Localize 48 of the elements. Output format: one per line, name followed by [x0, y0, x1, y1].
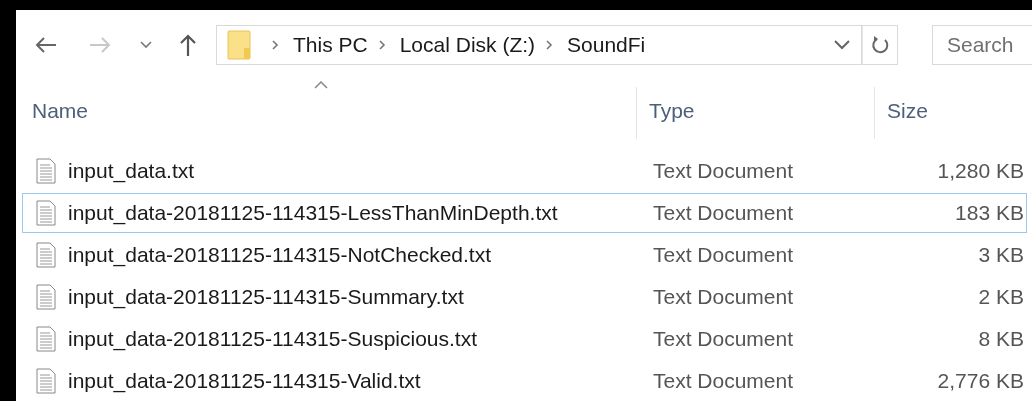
refresh-button[interactable] — [862, 25, 898, 65]
back-arrow-icon[interactable] — [34, 35, 58, 55]
file-name: input_data-20181125-114315-Suspicious.txt — [68, 327, 478, 351]
file-name: input_data-20181125-114315-LessThanMinDepth.txt — [68, 201, 558, 225]
column-header[interactable]: Type — [649, 99, 695, 123]
chevron-down-icon[interactable] — [833, 39, 851, 51]
file-type: Text Document — [653, 369, 794, 392]
breadcrumb-item[interactable]: This PC — [293, 33, 368, 57]
file-size: 183 KB — [955, 201, 1024, 225]
document-icon — [36, 242, 56, 268]
up-arrow-icon[interactable] — [178, 33, 198, 57]
file-row[interactable]: input_data-20181125-114315-NotChecked.txt Text Document 3 KB — [22, 235, 1027, 275]
chevron-right-icon — [377, 39, 386, 51]
column-header[interactable]: Name — [32, 99, 89, 123]
file-name: input_data-20181125-114315-Valid.txt — [68, 369, 421, 393]
file-type: Text Document — [653, 285, 794, 308]
file-size: 2,776 KB — [937, 369, 1024, 393]
refresh-icon — [870, 34, 890, 56]
file-row[interactable]: input_data.txt Text Document 1,280 KB — [22, 151, 1027, 191]
search-field[interactable]: Search — [932, 25, 1032, 65]
file-size: 2 KB — [978, 285, 1024, 309]
document-icon — [36, 368, 56, 394]
file-name: input_data-20181125-114315-NotChecked.txt — [68, 243, 492, 267]
column-header[interactable]: Size — [887, 99, 928, 123]
document-icon — [36, 158, 56, 184]
file-row[interactable]: input_data-20181125-114315-Summary.txt Text Document 2 KB — [22, 277, 1027, 317]
file-name: input_data.txt — [68, 159, 195, 183]
file-row[interactable]: input_data-20181125-114315-LessThanMinDepth.txt Text Document 183 KB — [22, 193, 1027, 233]
file-row[interactable]: input_data-20181125-114315-Suspicious.txt Text Document 8 KB — [22, 319, 1027, 359]
breadcrumb-item[interactable]: Local Disk (Z:) — [399, 33, 536, 57]
file-size: 3 KB — [978, 243, 1024, 267]
address-bar[interactable]: This PC Local Disk (Z:) SoundFi — [216, 25, 862, 65]
document-icon — [36, 200, 56, 226]
folder-icon — [227, 30, 251, 60]
chevron-right-icon — [271, 39, 279, 51]
file-type: Text Document — [653, 243, 794, 266]
file-size: 1,280 KB — [937, 159, 1024, 183]
chevron-down-icon[interactable] — [140, 41, 152, 49]
document-icon — [36, 284, 56, 310]
breadcrumb-item[interactable]: SoundFi — [567, 33, 646, 57]
document-icon — [36, 326, 56, 352]
file-row[interactable]: input_data-20181125-114315-Valid.txt Text Document 2,776 KB — [22, 361, 1027, 401]
chevron-right-icon — [545, 39, 554, 51]
file-type: Text Document — [653, 159, 794, 182]
file-name: input_data-20181125-114315-Summary.txt — [68, 285, 464, 309]
file-type: Text Document — [653, 201, 794, 224]
file-size: 8 KB — [978, 327, 1024, 351]
file-type: Text Document — [653, 327, 794, 350]
